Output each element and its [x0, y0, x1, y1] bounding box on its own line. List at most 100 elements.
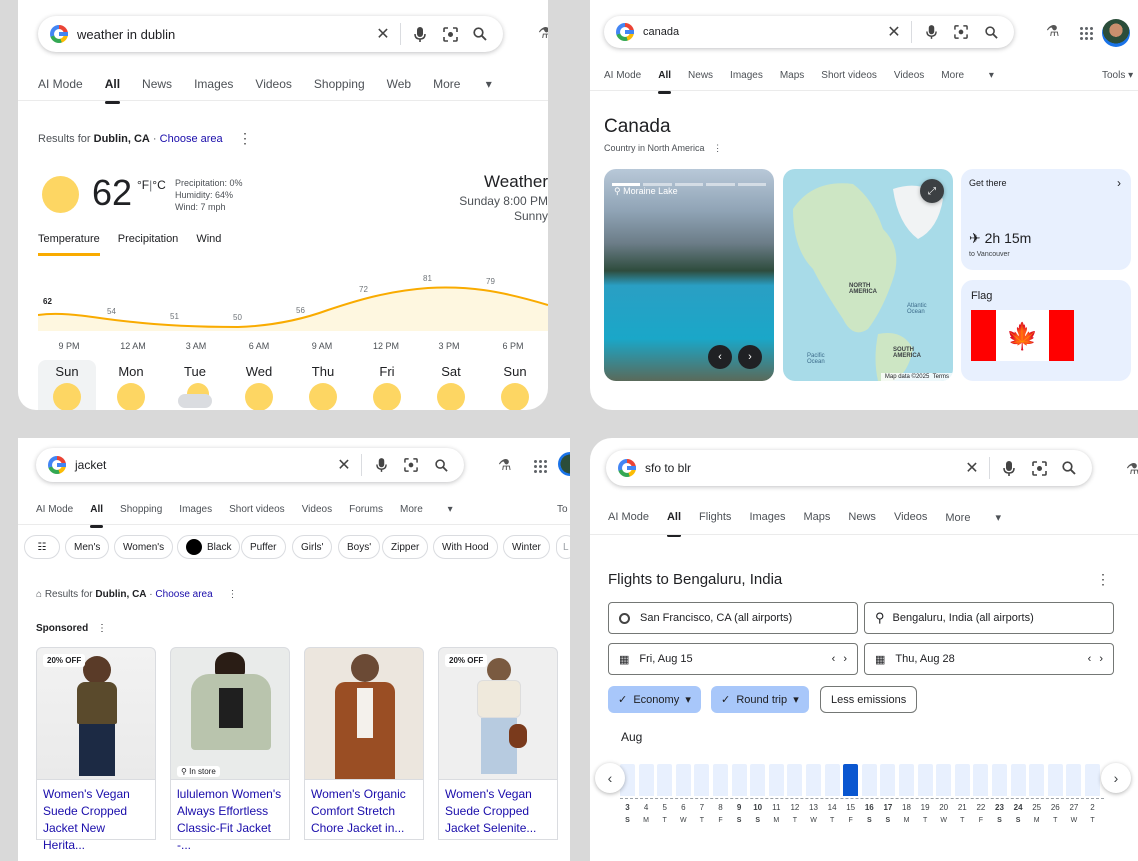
origin-field[interactable]: San Francisco, CA (all airports): [608, 602, 858, 634]
expand-map-icon[interactable]: ⤢: [920, 179, 944, 203]
subtab-temperature[interactable]: Temperature: [38, 233, 100, 256]
filter-chip[interactable]: With Hood: [433, 535, 498, 559]
product-title[interactable]: Women's Organic Comfort Stretch Chore Ja…: [304, 780, 424, 840]
tab-forums[interactable]: Forums: [349, 504, 383, 515]
tab-more[interactable]: More ▾: [433, 77, 492, 91]
clear-icon[interactable]: ✕: [961, 457, 983, 479]
tab-short-videos[interactable]: Short videos: [821, 70, 877, 81]
tab-images[interactable]: Images: [179, 504, 212, 515]
tab-more[interactable]: More ▾: [400, 504, 453, 515]
tab-images[interactable]: Images: [194, 77, 233, 91]
price-bar[interactable]: [657, 764, 673, 796]
tab-videos[interactable]: Videos: [894, 511, 927, 524]
lens-icon[interactable]: [439, 23, 461, 45]
price-bar[interactable]: [806, 764, 821, 796]
apps-grid-icon[interactable]: [1080, 27, 1093, 40]
clear-icon[interactable]: ✕: [372, 23, 394, 45]
more-options-icon[interactable]: ⋮: [97, 623, 107, 634]
tab-short-videos[interactable]: Short videos: [229, 504, 285, 515]
return-date-field[interactable]: ▦ Thu, Aug 28 ‹ ›: [864, 643, 1114, 675]
tab-maps[interactable]: Maps: [780, 70, 804, 81]
filter-chip[interactable]: L: [556, 535, 570, 559]
microphone-icon[interactable]: [409, 23, 431, 45]
price-bar[interactable]: [768, 764, 784, 796]
chevron-left-icon[interactable]: ‹: [832, 653, 836, 665]
tab-all[interactable]: All: [666, 511, 682, 537]
more-options-icon[interactable]: ⋮: [227, 589, 237, 600]
tools-button[interactable]: Tools ▾: [1102, 70, 1133, 81]
tools-button[interactable]: To: [557, 504, 568, 515]
price-bar[interactable]: [787, 764, 803, 796]
search-icon[interactable]: [980, 21, 1002, 43]
tab-more[interactable]: More ▾: [945, 511, 1001, 524]
lens-icon[interactable]: [400, 454, 422, 476]
tab-ai-mode[interactable]: AI Mode: [608, 511, 649, 524]
price-bar[interactable]: [954, 764, 970, 796]
price-bar[interactable]: [694, 764, 710, 796]
labs-flask-icon[interactable]: ⚗: [1046, 22, 1059, 40]
search-query[interactable]: canada: [643, 26, 875, 38]
trip-type-dropdown[interactable]: ✓ Round trip ▾: [711, 686, 809, 713]
subtab-precipitation[interactable]: Precipitation: [118, 233, 179, 256]
day-label[interactable]: Fri: [358, 364, 416, 379]
chevron-left-icon[interactable]: ‹: [1088, 653, 1092, 665]
microphone-icon[interactable]: [920, 21, 942, 43]
price-bar[interactable]: [899, 764, 914, 796]
labs-flask-icon[interactable]: ⚗: [538, 24, 548, 42]
product-title[interactable]: Women's Vegan Suede Cropped Jacket Selen…: [438, 780, 558, 840]
price-bar[interactable]: [638, 764, 654, 796]
prev-photo-button[interactable]: ‹: [708, 345, 732, 369]
search-query[interactable]: sfo to blr: [645, 461, 953, 475]
tab-web[interactable]: Web: [387, 77, 411, 91]
avatar[interactable]: [558, 452, 570, 476]
tab-shopping[interactable]: Shopping: [120, 504, 162, 515]
day-label[interactable]: Wed: [230, 364, 288, 379]
day-label[interactable]: Sun: [486, 364, 544, 379]
tab-shopping[interactable]: Shopping: [314, 77, 365, 91]
filter-chip[interactable]: Puffer: [241, 535, 286, 559]
apps-grid-icon[interactable]: [534, 460, 547, 473]
labs-flask-icon[interactable]: ⚗: [498, 456, 511, 474]
chevron-right-icon[interactable]: ›: [843, 653, 847, 665]
product-card[interactable]: 20% OFF Women's Vegan Suede Cropped Jack…: [36, 647, 156, 852]
microphone-icon[interactable]: [998, 457, 1020, 479]
filter-chip[interactable]: Zipper: [382, 535, 429, 559]
avatar[interactable]: [1102, 19, 1130, 47]
tab-videos[interactable]: Videos: [302, 504, 332, 515]
labs-flask-icon[interactable]: ⚗: [1126, 460, 1138, 478]
price-bar[interactable]: [824, 764, 840, 796]
tab-ai-mode[interactable]: AI Mode: [604, 70, 641, 81]
filter-chip[interactable]: Boys': [338, 535, 381, 559]
choose-area-link[interactable]: Choose area: [155, 589, 212, 600]
search-bar[interactable]: weather in dublin ✕: [38, 16, 503, 52]
filter-chip[interactable]: Girls': [292, 535, 333, 559]
product-title[interactable]: Women's Vegan Suede Cropped Jacket New H…: [36, 780, 156, 852]
day-label[interactable]: Thu: [294, 364, 352, 379]
tab-videos[interactable]: Videos: [255, 77, 291, 91]
scroll-left-button[interactable]: ‹: [595, 763, 625, 793]
tab-all[interactable]: All: [658, 70, 671, 94]
chevron-right-icon[interactable]: ›: [1099, 653, 1103, 665]
next-photo-button[interactable]: ›: [738, 345, 762, 369]
photo-card[interactable]: ⚲ Moraine Lake ‹ ›: [604, 169, 774, 381]
tab-all[interactable]: All: [90, 504, 103, 528]
filter-chip[interactable]: Winter: [503, 535, 550, 559]
price-bar[interactable]: [1047, 764, 1063, 796]
price-bar[interactable]: [973, 764, 989, 796]
tab-ai-mode[interactable]: AI Mode: [36, 504, 73, 515]
search-query[interactable]: weather in dublin: [77, 27, 364, 42]
choose-area-link[interactable]: Choose area: [160, 133, 223, 145]
price-bar[interactable]: [843, 764, 859, 796]
price-bar[interactable]: [1085, 764, 1100, 796]
product-card[interactable]: Women's Organic Comfort Stretch Chore Ja…: [304, 647, 424, 840]
tab-maps[interactable]: Maps: [804, 511, 831, 524]
flag-card[interactable]: Flag 🍁: [961, 280, 1131, 381]
filter-chip[interactable]: Women's: [114, 535, 174, 559]
more-options-icon[interactable]: ⋮: [713, 143, 722, 153]
map-terms-link[interactable]: Terms: [933, 374, 949, 380]
search-icon[interactable]: [469, 23, 491, 45]
price-bar[interactable]: [713, 764, 728, 796]
price-bar[interactable]: [1029, 764, 1045, 796]
tab-flights[interactable]: Flights: [699, 511, 731, 524]
filter-settings-icon[interactable]: ☷: [24, 535, 60, 559]
